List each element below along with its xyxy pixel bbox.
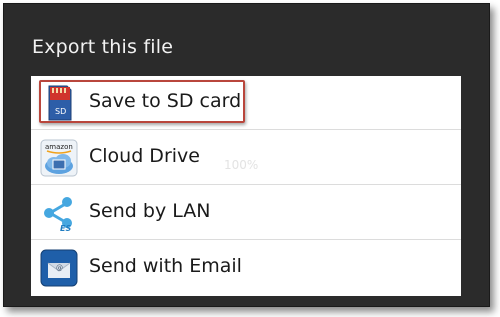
sd-card-icon: SD [48, 85, 72, 121]
export-dialog: Export this file 100% SD Save to SD card… [3, 3, 490, 307]
option-label-send-by-lan: Send by LAN [89, 200, 211, 222]
option-label-cloud-drive: Cloud Drive [89, 145, 200, 167]
sd-card-icon-text: SD [55, 107, 66, 116]
option-save-to-sd-card[interactable]: SD Save to SD card [31, 76, 461, 130]
option-send-by-lan[interactable]: ES Send by LAN [31, 186, 461, 240]
option-send-with-email[interactable]: @ Send with Email [31, 241, 461, 295]
option-cloud-drive[interactable]: amazon Cloud Drive [31, 131, 461, 185]
option-label-sd-card: Save to SD card [89, 90, 242, 112]
dialog-title: Export this file [32, 36, 174, 58]
amazon-cloud-drive-icon: amazon [40, 139, 78, 177]
export-options-list: 100% SD Save to SD card amazon Cloud Dri… [31, 76, 461, 296]
option-label-send-with-email: Send with Email [89, 255, 242, 277]
amazon-text: amazon [45, 143, 73, 151]
email-icon: @ [40, 249, 78, 287]
share-lan-icon: ES [44, 197, 72, 232]
at-sign-text: @ [56, 264, 63, 272]
es-text: ES [60, 224, 71, 232]
